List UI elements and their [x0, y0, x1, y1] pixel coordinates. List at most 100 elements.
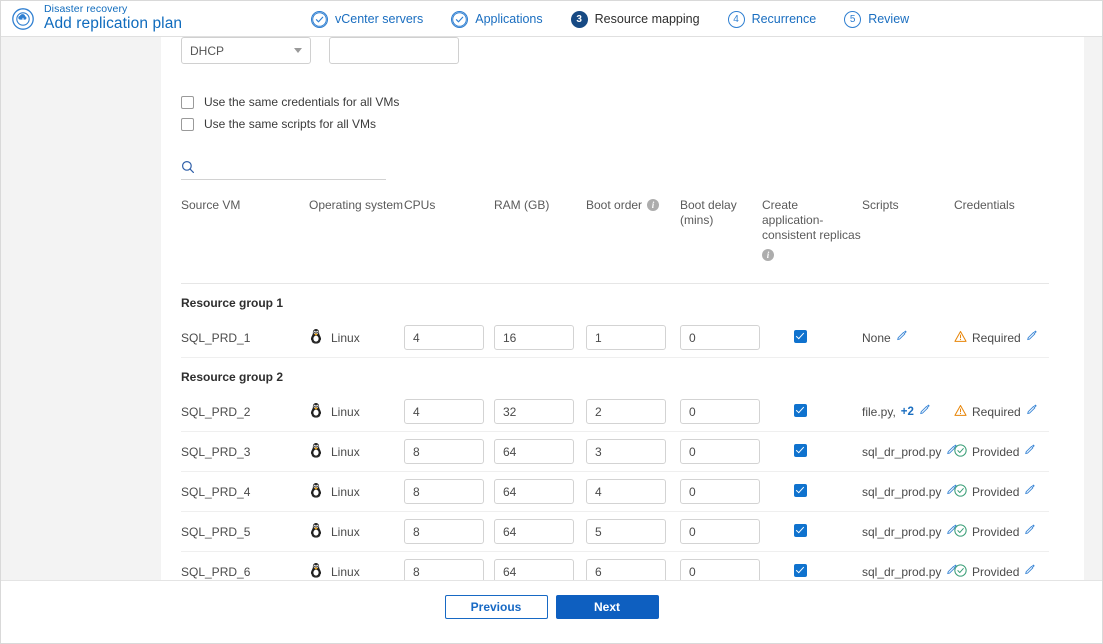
scripts-value: sql_dr_prod.py — [862, 524, 942, 539]
ram-input[interactable] — [494, 439, 574, 464]
cpus-input[interactable] — [404, 479, 484, 504]
app-consistent-checkbox[interactable] — [794, 443, 807, 457]
boot-delay-input[interactable] — [680, 325, 760, 350]
cpus-input[interactable] — [404, 559, 484, 580]
boot-order-input[interactable] — [586, 559, 666, 580]
boot-delay-input[interactable] — [680, 399, 760, 424]
ram-input[interactable] — [494, 479, 574, 504]
cell-os-label: Linux — [331, 330, 360, 345]
credentials-status: Required — [972, 404, 1021, 419]
step-resource-mapping[interactable]: 3 Resource mapping — [570, 10, 700, 28]
table-header-row: Source VM Operating system CPUs RAM (GB) — [181, 198, 1049, 284]
option-same-credentials[interactable]: Use the same credentials for all VMs — [181, 91, 1064, 113]
step-label: Resource mapping — [594, 12, 700, 26]
pencil-icon[interactable] — [1026, 404, 1038, 419]
brand-text: Disaster recovery Add replication plan — [44, 4, 182, 32]
pencil-icon[interactable] — [1024, 524, 1036, 539]
cell-operating-system: Linux — [309, 471, 404, 512]
search-input[interactable] — [201, 160, 375, 176]
boot-order-input[interactable] — [586, 399, 666, 424]
cell-boot-delay — [680, 552, 762, 580]
cell-boot-order — [586, 318, 680, 358]
pencil-icon[interactable] — [896, 330, 908, 345]
boot-delay-input[interactable] — [680, 519, 760, 544]
pencil-icon[interactable] — [1024, 444, 1036, 459]
app-consistent-checkbox[interactable] — [794, 403, 807, 417]
cell-ram — [494, 471, 586, 512]
cell-boot-order — [586, 511, 680, 552]
info-icon[interactable]: i — [647, 199, 660, 211]
cell-scripts: sql_dr_prod.py — [862, 552, 957, 581]
cell-source-vm: SQL_PRD_6 — [181, 564, 251, 579]
next-button[interactable]: Next — [555, 595, 659, 619]
cell-scripts: sql_dr_prod.py — [862, 431, 957, 472]
group-name: Resource group 1 — [181, 296, 284, 310]
ram-input[interactable] — [494, 519, 574, 544]
option-label: Use the same scripts for all VMs — [204, 117, 377, 131]
replication-plan-wizard: Disaster recovery Add replication plan v… — [0, 0, 1103, 644]
search-icon — [181, 160, 195, 177]
cell-cpus — [404, 552, 494, 580]
step-applications[interactable]: Applications — [451, 10, 543, 28]
pencil-icon[interactable] — [1026, 330, 1038, 345]
cell-source-vm: SQL_PRD_1 — [181, 318, 309, 358]
step-label: Review — [868, 12, 910, 26]
shared-settings-options: Use the same credentials for all VMs Use… — [181, 91, 1064, 135]
cell-credentials: Provided — [954, 431, 1049, 472]
step-recurrence[interactable]: 4 Recurrence — [727, 10, 816, 28]
cell-scripts: sql_dr_prod.py — [862, 471, 957, 512]
table-row: SQL_PRD_3 Linux 8 64 3 0 sql_dr_prod.py … — [181, 431, 1049, 472]
info-icon[interactable]: i — [762, 249, 774, 261]
disaster-recovery-cloud-icon — [11, 7, 35, 31]
option-label: Use the same credentials for all VMs — [204, 95, 400, 109]
cell-cpus — [404, 392, 494, 432]
step-vcenter-servers[interactable]: vCenter servers — [311, 10, 423, 28]
cell-cpus — [404, 471, 494, 512]
ip-configuration-row: DHCP — [181, 37, 1064, 65]
scripts-more-count[interactable]: +2 — [901, 406, 914, 418]
ram-input[interactable] — [494, 399, 574, 424]
col-label: Credentials — [954, 198, 1015, 212]
boot-order-input[interactable] — [586, 439, 666, 464]
previous-button[interactable]: Previous — [444, 595, 548, 619]
option-same-scripts[interactable]: Use the same scripts for all VMs — [181, 113, 1064, 135]
col-label: Create application-consistent replicas — [762, 198, 861, 242]
ip-mode-select[interactable]: DHCP — [181, 37, 311, 64]
boot-delay-input[interactable] — [680, 479, 760, 504]
ip-address-field[interactable] — [329, 37, 459, 64]
boot-order-input[interactable] — [586, 325, 666, 350]
boot-delay-input[interactable] — [680, 439, 760, 464]
step-number-badge: 5 — [844, 10, 862, 28]
cell-credentials: Provided — [954, 552, 1049, 581]
ram-input[interactable] — [494, 559, 574, 580]
checkbox[interactable] — [181, 117, 194, 131]
boot-order-input[interactable] — [586, 519, 666, 544]
cell-app-consistent — [762, 318, 862, 358]
cell-credentials: Provided — [954, 511, 1049, 552]
checkbox[interactable] — [181, 95, 194, 109]
cpus-input[interactable] — [404, 519, 484, 544]
pencil-icon[interactable] — [919, 404, 931, 419]
cell-boot-order — [586, 392, 680, 432]
cell-boot-order — [586, 471, 680, 512]
app-consistent-checkbox[interactable] — [794, 329, 807, 343]
cpus-input[interactable] — [404, 439, 484, 464]
app-consistent-checkbox[interactable] — [794, 563, 807, 577]
group-name: Resource group 2 — [181, 370, 284, 384]
step-review[interactable]: 5 Review — [844, 10, 910, 28]
ip-mode-value: DHCP — [190, 43, 225, 58]
app-consistent-checkbox[interactable] — [794, 483, 807, 497]
pencil-icon[interactable] — [1024, 564, 1036, 579]
pencil-icon[interactable] — [1024, 484, 1036, 499]
vm-search[interactable] — [181, 157, 386, 180]
table-row: SQL_PRD_1 Linux 4 16 1 0 None Required — [181, 318, 1049, 358]
boot-delay-input[interactable] — [680, 559, 760, 580]
cpus-input[interactable] — [404, 399, 484, 424]
check-circle-icon — [954, 483, 967, 500]
footer-spacer — [1, 633, 1102, 643]
app-consistent-checkbox[interactable] — [794, 523, 807, 537]
ram-input[interactable] — [494, 325, 574, 350]
cell-ram — [494, 318, 586, 358]
cpus-input[interactable] — [404, 325, 484, 350]
boot-order-input[interactable] — [586, 479, 666, 504]
